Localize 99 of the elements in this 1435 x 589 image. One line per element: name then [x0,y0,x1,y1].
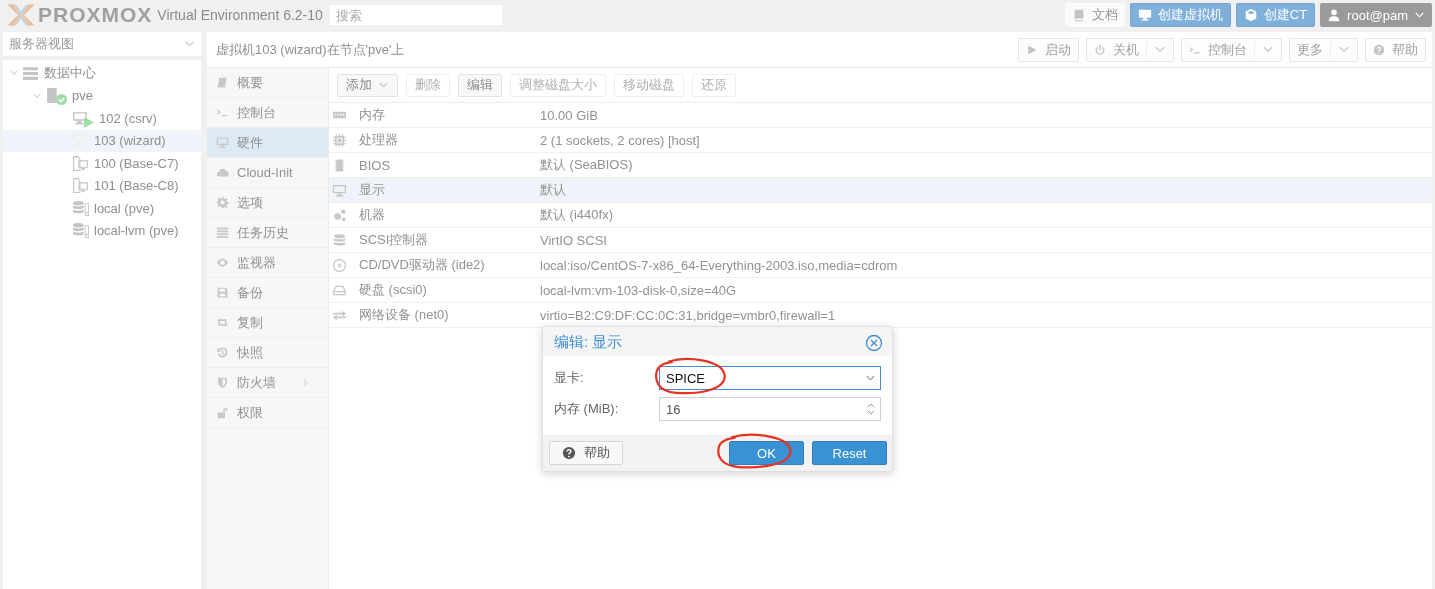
table-cell: VirtIO SCSI [540,232,607,248]
table-row[interactable]: 硬盘 (scsi0) local-lvm:vm-103-disk-0,size=40G [329,278,1432,303]
table-cell: local-lvm:vm-103-disk-0,size=40G [540,282,737,298]
table-cell: BIOS [359,157,391,173]
table-cell: virtio=B2:C9:DF:CC:0C:31,bridge=vmbr0,firewall=1 [540,307,836,323]
storage-icon [72,199,89,217]
help-button[interactable]: 帮助 [549,441,623,465]
table-row[interactable]: 处理器 2 (1 sockets, 2 cores) [host] [329,128,1432,153]
list-icon [216,226,229,239]
template-icon [72,154,89,172]
nav-item[interactable]: 复制 [207,308,328,338]
view-dropdown[interactable]: 服务器视图 [3,32,201,56]
shield-icon [216,376,229,389]
table-cell: 硬盘 (scsi0) [359,281,427,299]
padlock-icon [216,406,229,419]
database-icon [332,232,347,248]
floppy-icon [216,286,229,299]
dialog-title: 编辑: 显示 [554,333,623,352]
nav-item[interactable]: Cloud-Init [207,158,328,188]
table-cell: 10.00 GiB [540,107,598,123]
number-field[interactable]: 16 [659,397,881,421]
table-cell: 内存 [359,106,385,124]
help-icon [1373,43,1385,56]
storage-icon [72,222,89,240]
table-cell: 默认 (SeaBIOS) [540,156,633,174]
nav-item[interactable]: 任务历史 [207,218,328,248]
table-row[interactable]: 显示 默认 [329,178,1432,203]
chip-icon [332,157,347,173]
tree-item[interactable]: 100 (Base-C7) [3,152,201,175]
table-cell: local:iso/CentOS-7-x86_64-Everything-2003.iso,media=cdrom [540,257,898,273]
table-row[interactable]: 机器 默认 (i440fx) [329,203,1432,228]
action-button[interactable]: 帮助 [1365,37,1426,62]
power-icon [1094,43,1106,56]
spinner-icon[interactable] [866,401,876,417]
tree-item[interactable]: local-lvm (pve) [3,219,201,242]
close-icon[interactable] [865,333,883,352]
tree-item[interactable]: 101 (Base-C8) [3,174,201,197]
table-row[interactable]: 内存 10.00 GiB [329,103,1432,128]
toolbar-button[interactable]: 添加 [337,73,398,97]
table-cell: 网络设备 (net0) [359,306,449,324]
table-row[interactable]: SCSI控制器 VirtIO SCSI [329,228,1432,253]
tree-item[interactable]: 数据中心 [3,62,201,85]
table-cell: CD/DVD驱动器 (ide2) [359,256,485,274]
cloud-icon [216,166,229,179]
action-button[interactable]: 更多 [1289,37,1358,62]
table-cell: 机器 [359,206,385,224]
table-cell: 处理器 [359,131,398,149]
tree-item[interactable]: 102 (csrv) [3,107,201,130]
history-icon [216,346,229,359]
table-cell: 默认 (i440fx) [540,206,613,224]
nav-item[interactable]: 概要 [207,68,328,98]
version-text: Virtual Environment 6.2-10 [157,7,323,23]
action-button[interactable]: 控制台 [1181,37,1282,62]
header-button[interactable]: 创建CT [1235,3,1316,27]
table-cell: 默认 [540,181,566,199]
dropdown-field[interactable]: SPICE [659,366,881,390]
header-button[interactable]: 创建虚拟机 [1129,3,1231,27]
nav-item[interactable]: 选项 [207,188,328,218]
dialog-button[interactable]: OK [729,441,804,465]
user-icon [1327,8,1342,22]
monitor-icon [1137,8,1152,22]
template-icon [72,177,89,195]
nav-item[interactable]: 硬件 [207,128,328,158]
table-cell: 显示 [359,181,385,199]
help-icon [562,446,576,460]
settings-icon [216,196,229,209]
nav-item[interactable]: 防火墙 [207,368,328,398]
chip-icon [332,132,347,148]
running-icon [83,116,94,128]
monitor-icon [216,136,229,149]
action-button[interactable]: 启动 [1018,37,1079,62]
tree-item[interactable]: 103 (wizard) [3,129,201,152]
table-cell: 2 (1 sockets, 2 cores) [host] [540,132,700,148]
server-rack-icon [22,64,39,82]
field-label: 显卡: [554,369,585,387]
book-icon [216,76,229,89]
monitor-icon [72,109,89,127]
cube-icon [1243,8,1258,22]
nav-item[interactable]: 备份 [207,278,328,308]
user-menu-button[interactable]: root@pam [1320,3,1432,27]
table-row[interactable]: CD/DVD驱动器 (ide2) local:iso/CentOS-7-x86_64-Everything-2003.iso,media=cdrom [329,253,1432,278]
eye-icon [216,256,229,269]
panel-title: 虚拟机103 (wizard)在节点'pve'上 [216,40,405,59]
monitor-icon [332,182,347,198]
nav-item[interactable]: 监视器 [207,248,328,278]
toolbar-button[interactable]: 编辑 [458,73,502,97]
status-check-icon [56,94,67,106]
proxmox-logo: PROXMOX [6,3,153,27]
action-button[interactable]: 关机 [1086,37,1174,62]
tree-item[interactable]: local (pve) [3,197,201,220]
header-button[interactable]: 文档 [1064,3,1125,27]
field-label: 内存 (MiB): [554,400,620,418]
nav-item[interactable]: 快照 [207,338,328,368]
search-field[interactable]: 搜索 [329,5,502,25]
play-icon [1026,43,1038,56]
tree-item[interactable]: pve [3,84,201,107]
table-cell: SCSI控制器 [359,231,429,249]
dialog-button[interactable]: Reset [812,441,887,465]
nav-item[interactable]: 权限 [207,398,328,428]
